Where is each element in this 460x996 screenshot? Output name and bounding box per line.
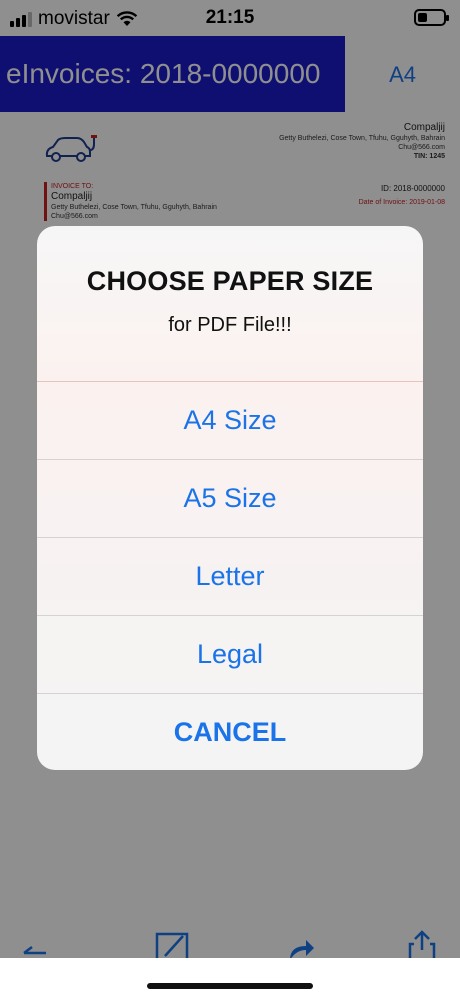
paper-size-alert: CHOOSE PAPER SIZE for PDF File!!! A4 Siz… <box>37 226 423 770</box>
alert-title: CHOOSE PAPER SIZE <box>86 266 374 296</box>
alert-header: CHOOSE PAPER SIZE for PDF File!!! <box>37 226 423 381</box>
letter-size-button[interactable]: Letter <box>37 537 423 615</box>
a5-size-button[interactable]: A5 Size <box>37 459 423 537</box>
home-indicator-area <box>0 958 460 996</box>
a4-size-button[interactable]: A4 Size <box>37 381 423 459</box>
cancel-button[interactable]: CANCEL <box>37 693 423 770</box>
legal-size-button[interactable]: Legal <box>37 615 423 693</box>
alert-message: for PDF File!!! <box>168 314 292 336</box>
home-indicator[interactable] <box>147 983 313 989</box>
